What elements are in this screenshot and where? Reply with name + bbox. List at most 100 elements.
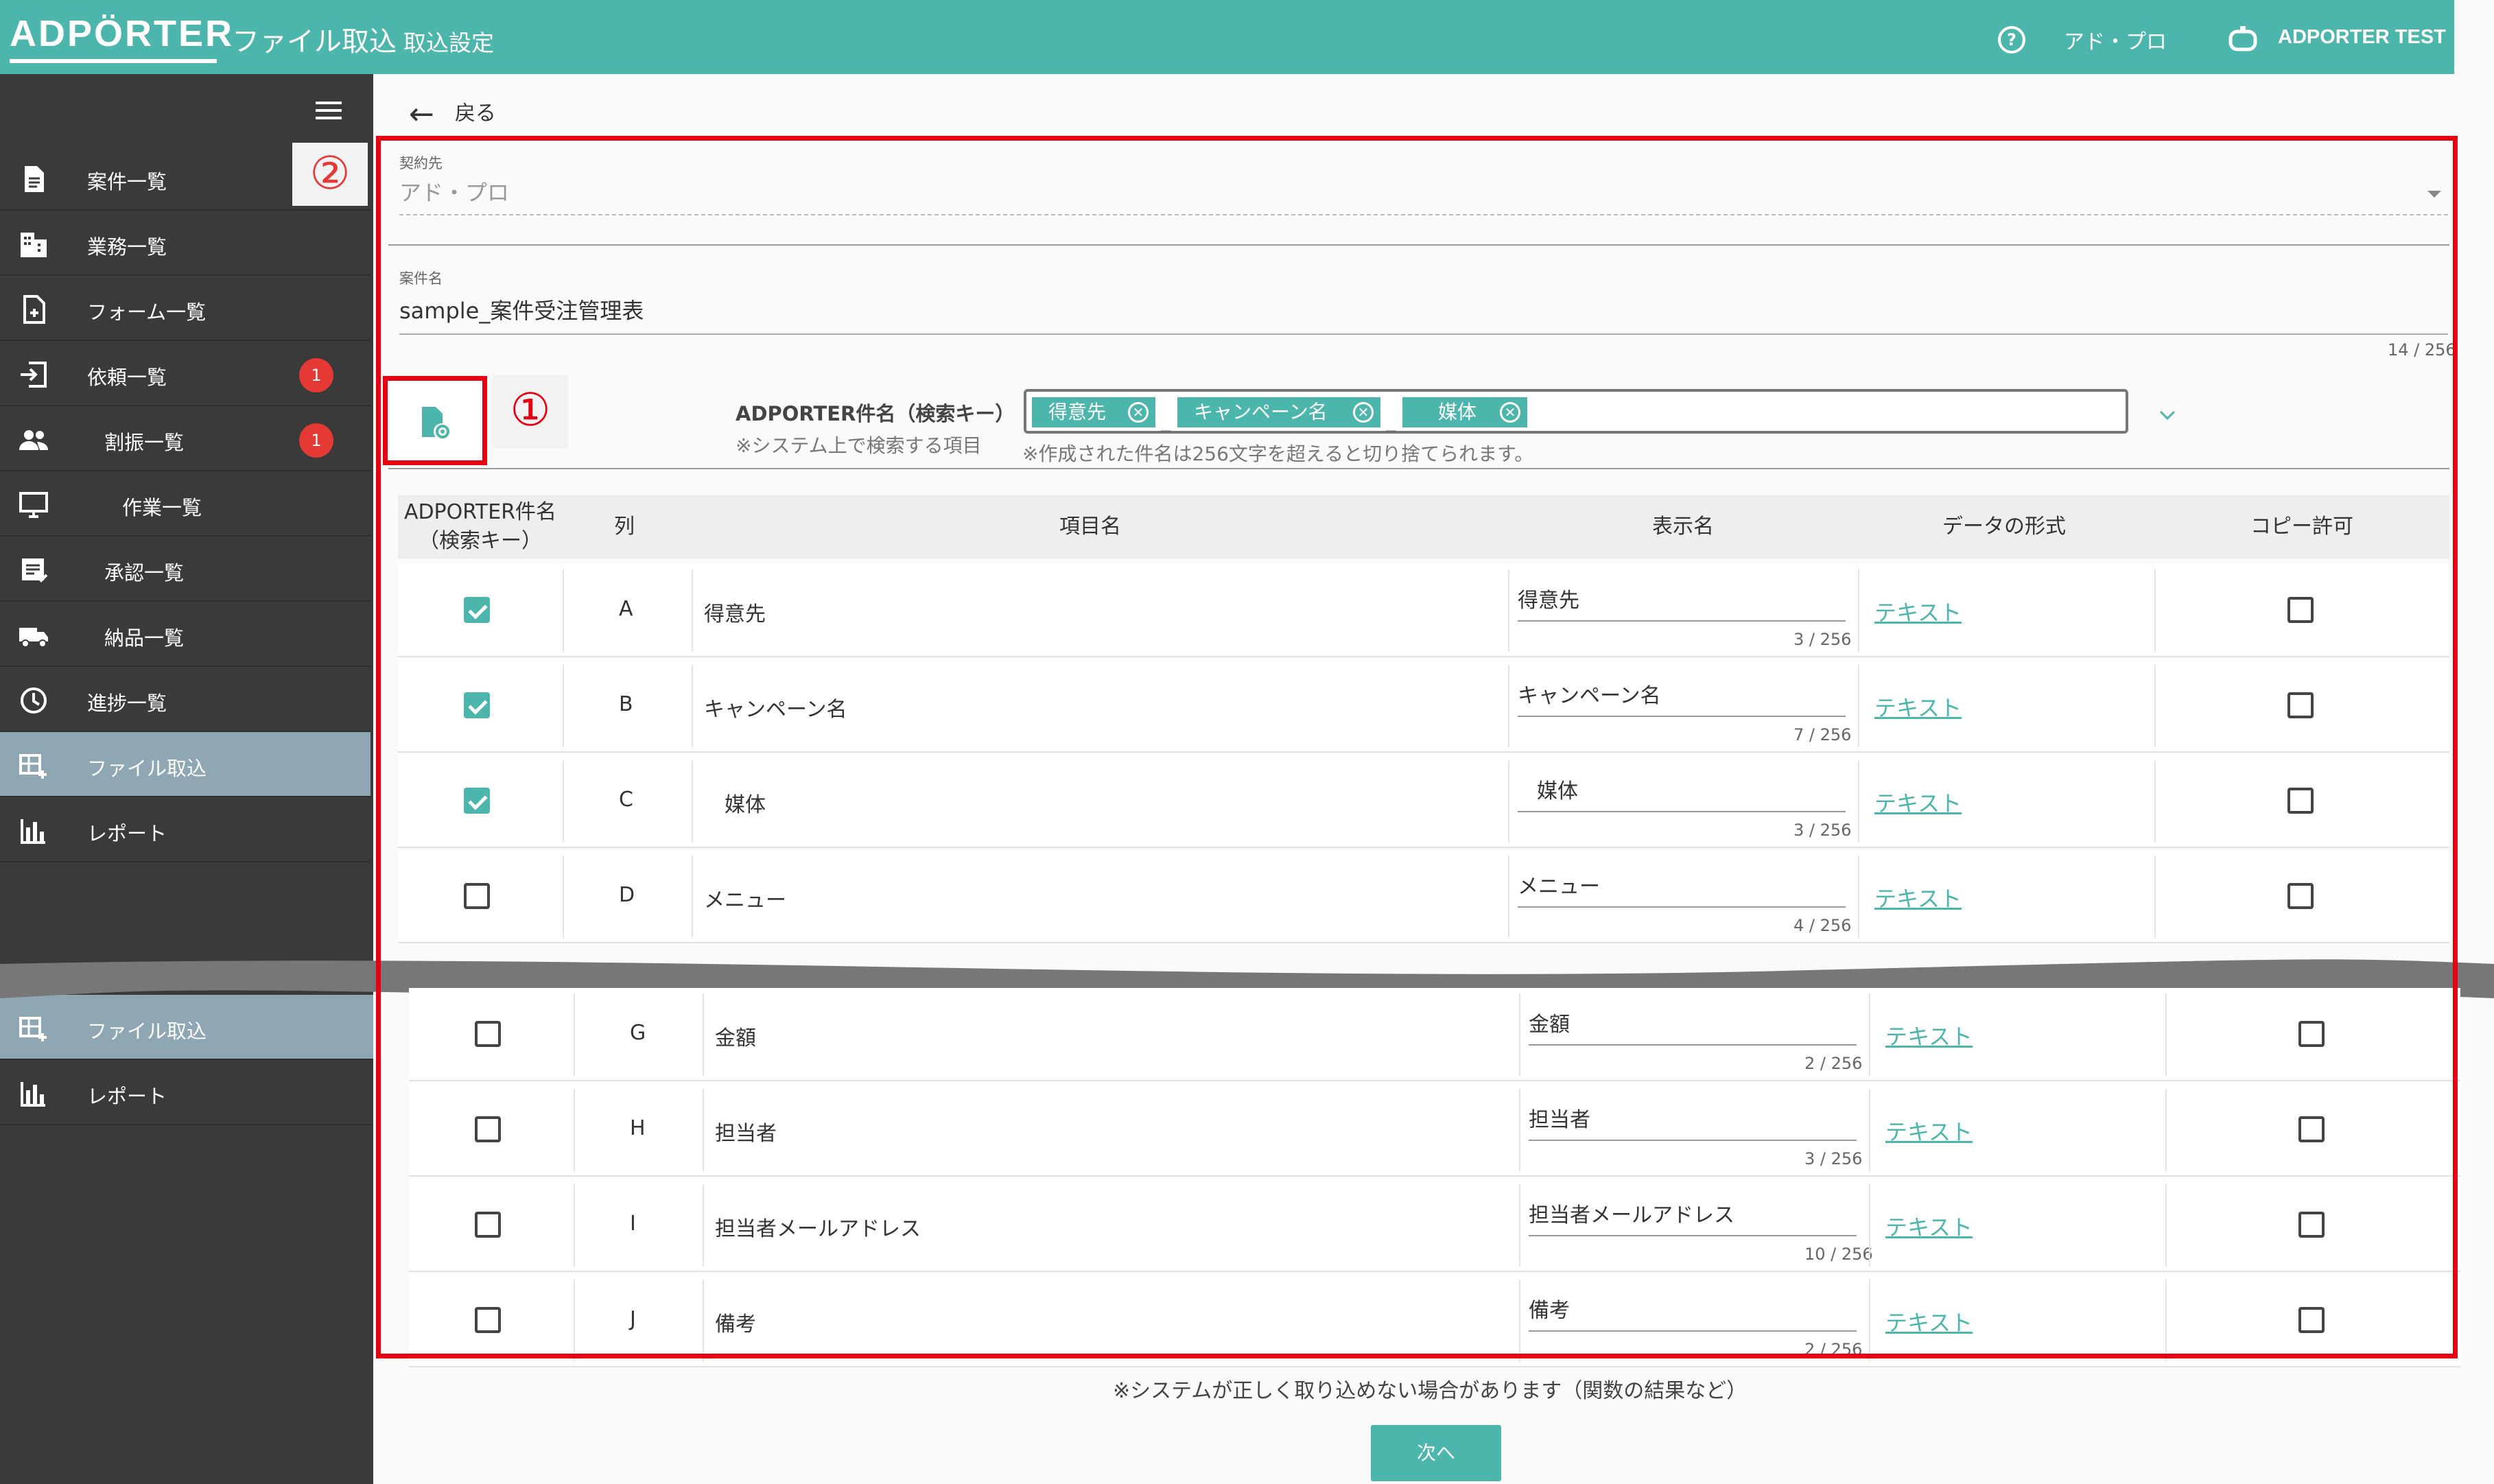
close-icon[interactable]: ✕ xyxy=(1128,402,1149,423)
cell-divider xyxy=(574,1089,575,1171)
search-key-checkbox[interactable] xyxy=(464,883,490,909)
cell-divider xyxy=(1858,665,1859,747)
header-data-format: データの形式 xyxy=(1942,515,2066,539)
display-name-input[interactable]: 備考 xyxy=(1529,1293,1570,1323)
table-row: D メニュー メニュー 4 / 256 テキスト xyxy=(398,850,2449,943)
display-name-input[interactable]: キャンペーン名 xyxy=(1518,679,1661,709)
search-key-chips-input[interactable]: 得意先 ✕ _ キャンペーン名 ✕ _ 媒体 ✕ xyxy=(1024,389,2128,434)
display-name-counter: 2 / 256 xyxy=(1804,1340,1863,1359)
company-name[interactable]: アド・プロ xyxy=(2064,25,2167,55)
table-add-icon xyxy=(19,754,47,779)
back-button[interactable]: ← 戻る xyxy=(409,96,496,132)
search-key-checkbox[interactable] xyxy=(475,1307,501,1333)
arrow-left-icon: ← xyxy=(409,97,434,132)
search-key-checkbox[interactable] xyxy=(475,1212,501,1238)
expand-chevron-icon[interactable] xyxy=(2159,404,2176,421)
chip-client[interactable]: 得意先 ✕ xyxy=(1032,397,1155,427)
cell-divider xyxy=(2154,856,2156,938)
cell-divider xyxy=(1858,569,1859,652)
copy-permission-checkbox[interactable] xyxy=(2287,788,2314,814)
sidebar-item-label: 進捗一覧 xyxy=(87,692,167,715)
sidebar-item-progress[interactable]: 進捗一覧 xyxy=(0,667,370,732)
table-row: B キャンペーン名 キャンペーン名 7 / 256 テキスト xyxy=(398,659,2449,753)
chip-label: キャンペーン名 xyxy=(1194,401,1328,423)
data-format-link[interactable]: テキスト xyxy=(1885,1306,1973,1337)
sidebar-item-assignments[interactable]: 割振一覧 1 xyxy=(0,406,370,471)
column-letter: B xyxy=(619,692,633,716)
cell-divider xyxy=(692,760,693,843)
table-row: A 得意先 得意先 3 / 256 テキスト xyxy=(398,564,2449,657)
display-name-underline xyxy=(1529,1044,1857,1046)
sidebar-item-file-import[interactable]: ファイル取込 xyxy=(0,732,370,797)
column-letter: C xyxy=(619,788,633,812)
copy-permission-checkbox[interactable] xyxy=(2298,1116,2325,1142)
data-format-link[interactable]: テキスト xyxy=(1874,786,1962,818)
display-name-input[interactable]: 担当者 xyxy=(1529,1103,1590,1133)
cell-divider xyxy=(1508,856,1509,938)
sidebar-item-label: 割振一覧 xyxy=(104,431,185,454)
robot-user-icon[interactable] xyxy=(2227,25,2259,52)
item-name: 金額 xyxy=(715,1026,756,1050)
display-name-input[interactable]: 担当者メールアドレス xyxy=(1529,1198,1734,1228)
sidebar-item-tasks[interactable]: 作業一覧 xyxy=(0,471,370,537)
data-format-link[interactable]: テキスト xyxy=(1885,1020,1973,1051)
column-letter: D xyxy=(619,883,635,907)
display-name-input[interactable]: 媒体 xyxy=(1537,774,1578,804)
sidebar-item-approvals[interactable]: 承認一覧 xyxy=(0,537,370,602)
search-key-checkbox[interactable] xyxy=(464,692,490,718)
search-key-note: ※システム上で検索する項目 xyxy=(736,434,982,457)
sidebar-item-business[interactable]: 業務一覧 xyxy=(0,211,370,276)
display-name-input[interactable]: メニュー xyxy=(1518,869,1600,899)
data-format-link[interactable]: テキスト xyxy=(1874,596,1962,627)
chip-campaign[interactable]: キャンペーン名 ✕ xyxy=(1177,397,1380,427)
copy-permission-checkbox[interactable] xyxy=(2287,883,2314,909)
menu-icon[interactable] xyxy=(316,102,342,122)
table-row: J 備考 備考 2 / 256 テキスト xyxy=(409,1274,2460,1367)
logo-underline xyxy=(10,59,217,63)
display-name-counter: 10 / 256 xyxy=(1804,1245,1873,1264)
sidebar-item-requests[interactable]: 依頼一覧 1 xyxy=(0,341,370,406)
sidebar-item-forms[interactable]: フォーム一覧 xyxy=(0,276,370,341)
search-key-checkbox[interactable] xyxy=(464,788,490,814)
close-icon[interactable]: ✕ xyxy=(1500,402,1520,423)
copy-permission-checkbox[interactable] xyxy=(2287,692,2314,718)
clock-icon xyxy=(21,687,47,714)
data-format-link[interactable]: テキスト xyxy=(1885,1115,1973,1146)
sidebar-nav-lower: ファイル取込 レポート xyxy=(0,995,373,1125)
cell-divider xyxy=(703,993,704,1076)
column-letter: J xyxy=(630,1307,636,1331)
app-logo[interactable]: ADPÖRTER xyxy=(10,12,234,55)
search-key-checkbox[interactable] xyxy=(464,597,490,623)
close-icon[interactable]: ✕ xyxy=(1353,402,1374,423)
sidebar-item-deliveries[interactable]: 納品一覧 xyxy=(0,602,370,667)
display-name-input[interactable]: 金額 xyxy=(1529,1007,1570,1037)
copy-permission-checkbox[interactable] xyxy=(2287,597,2314,623)
header-copy-permission: コピー許可 xyxy=(2250,515,2353,539)
data-format-link[interactable]: テキスト xyxy=(1874,691,1962,722)
item-name: キャンペーン名 xyxy=(704,698,847,722)
next-button[interactable]: 次へ xyxy=(1371,1425,1501,1481)
chip-media[interactable]: 媒体 ✕ xyxy=(1402,397,1527,427)
sidebar-item-report[interactable]: レポート xyxy=(0,797,370,862)
sidebar-item-report-lower[interactable]: レポート xyxy=(0,1060,373,1125)
display-name-underline xyxy=(1518,620,1846,622)
data-format-link[interactable]: テキスト xyxy=(1885,1210,1973,1242)
data-format-link[interactable]: テキスト xyxy=(1874,882,1962,913)
contractor-select[interactable]: アド・プロ xyxy=(399,176,509,207)
display-name-input[interactable]: 得意先 xyxy=(1518,583,1579,613)
copy-permission-checkbox[interactable] xyxy=(2298,1307,2325,1333)
search-key-settings-button[interactable] xyxy=(383,376,487,465)
footer-note: ※システムが正しく取り込めない場合があります（関数の結果など） xyxy=(1113,1379,1748,1403)
search-key-checkbox[interactable] xyxy=(475,1116,501,1142)
cell-divider xyxy=(1519,1280,1520,1362)
copy-permission-checkbox[interactable] xyxy=(2298,1212,2325,1238)
search-key-checkbox[interactable] xyxy=(475,1021,501,1047)
project-name-input[interactable]: sample_案件受注管理表 xyxy=(399,294,644,325)
copy-permission-checkbox[interactable] xyxy=(2298,1021,2325,1047)
cell-divider xyxy=(563,856,564,938)
cell-divider xyxy=(692,665,693,747)
item-name: 備考 xyxy=(715,1312,756,1336)
user-name[interactable]: ADPORTER TEST xyxy=(2278,26,2446,49)
help-icon[interactable]: ? xyxy=(1998,26,2025,54)
cell-divider xyxy=(1508,569,1509,652)
